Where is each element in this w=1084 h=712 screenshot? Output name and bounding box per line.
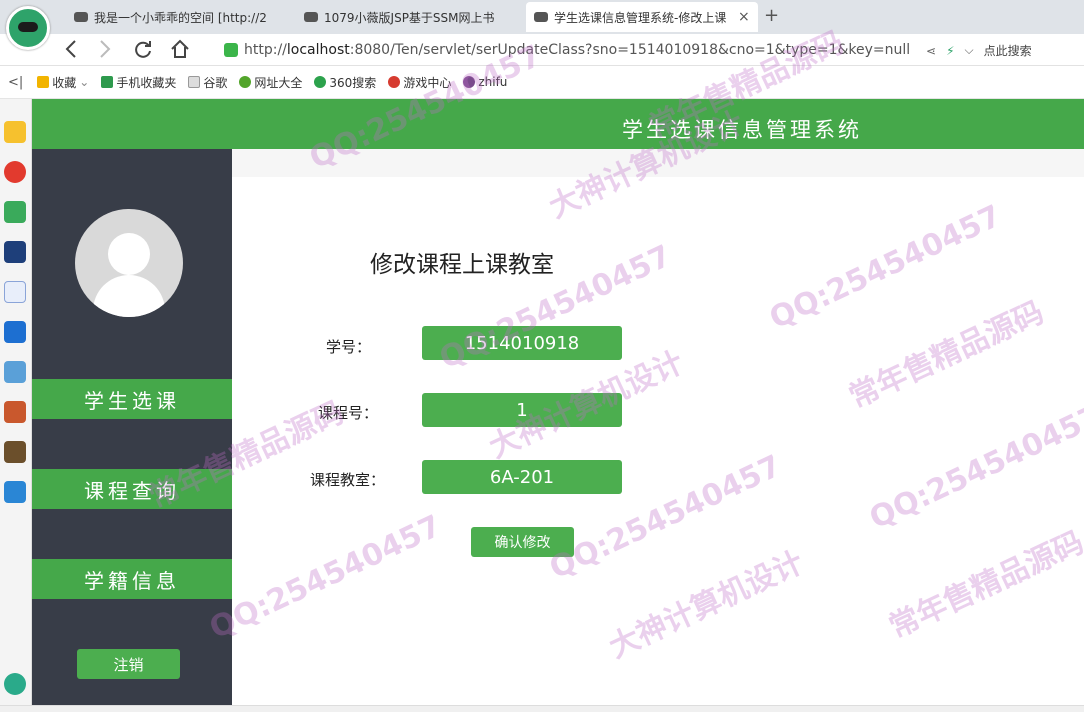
sidebar-toggle-icon[interactable]: <|: [8, 75, 23, 90]
game-icon: [388, 76, 401, 88]
browser-tab-active[interactable]: 学生选课信息管理系统-修改上课 ×: [526, 2, 758, 32]
course-id-label: 课程号：: [318, 404, 379, 422]
tab-title: 1079小薇版JSP基于SSM网上书: [324, 10, 495, 25]
confirm-modify-button[interactable]: 确认修改: [471, 527, 574, 557]
logout-button[interactable]: 注销: [77, 649, 180, 679]
bookmark-item[interactable]: 游戏中心: [388, 74, 451, 91]
game-app-icon[interactable]: [4, 401, 26, 423]
phone-icon: [101, 76, 114, 88]
user-head-icon: [108, 233, 150, 275]
main-content: 修改课程上课教室 学号： 1514010918 课程号： 1 课程教室： 6A-…: [232, 149, 1084, 705]
nav-right-tools: ⋖ ⚡ ⌵ 点此搜索: [926, 42, 1032, 59]
sidebar-item-course-query[interactable]: 课程查询: [32, 469, 232, 509]
content-top-strip: [232, 149, 1084, 177]
tab-favicon-icon: [304, 12, 318, 22]
bookmark-item[interactable]: 360搜索: [314, 74, 376, 91]
browser-tab[interactable]: 1079小薇版JSP基于SSM网上书: [296, 2, 524, 32]
sidebar-item-course-selection[interactable]: 学生选课: [32, 379, 232, 419]
app-icon[interactable]: [4, 481, 26, 503]
student-id-field[interactable]: 1514010918: [422, 326, 622, 360]
app-header: 学生选课信息管理系统: [32, 99, 1084, 149]
user-body-icon: [93, 275, 165, 317]
forward-icon[interactable]: [98, 38, 112, 65]
new-tab-icon[interactable]: +: [764, 5, 779, 26]
globe-icon: [239, 76, 252, 88]
game-app-icon[interactable]: [4, 361, 26, 383]
tab-title: 学生选课信息管理系统-修改上课: [554, 10, 726, 25]
home-icon[interactable]: [169, 38, 191, 65]
bookmark-item[interactable]: zhifu: [463, 75, 507, 89]
zhifu-icon: [463, 76, 476, 88]
browser-tab[interactable]: 我是一个小乖乖的空间 [http://2: [66, 2, 294, 32]
url-text[interactable]: http://localhost:8080/Ten/servlet/serUpd…: [244, 42, 910, 58]
bookmark-item[interactable]: 收藏 ⌄: [37, 74, 89, 91]
chevron-down-icon[interactable]: ⌵: [965, 43, 974, 58]
tab-favicon-icon: [534, 12, 548, 22]
reload-icon[interactable]: [132, 38, 154, 65]
tab-title: 我是一个小乖乖的空间 [http://2: [94, 10, 267, 25]
share-icon[interactable]: ⋖: [926, 44, 936, 58]
address-bar[interactable]: http://localhost:8080/Ten/servlet/serUpd…: [224, 38, 914, 62]
bookmark-item[interactable]: 网址大全: [239, 74, 302, 91]
app-sidebar: 学生选课 课程查询 学籍信息 注销: [32, 149, 232, 705]
tab-favicon-icon: [74, 12, 88, 22]
star-icon: [37, 76, 50, 88]
weibo-icon[interactable]: [4, 161, 26, 183]
browser-logo-icon[interactable]: [6, 6, 50, 50]
sidebar-item-student-records[interactable]: 学籍信息: [32, 559, 232, 599]
browser-tab-bar: 我是一个小乖乖的空间 [http://2 1079小薇版JSP基于SSM网上书 …: [0, 0, 1084, 50]
classroom-label: 课程教室：: [310, 471, 386, 489]
student-id-label: 学号：: [326, 338, 372, 356]
back-icon[interactable]: [64, 38, 78, 65]
tab-close-icon[interactable]: ×: [738, 9, 750, 25]
bookmark-item[interactable]: 手机收藏夹: [101, 74, 176, 91]
mail-icon[interactable]: [4, 201, 26, 223]
classroom-field[interactable]: 6A-201: [422, 460, 622, 494]
browser-nav-bar: http://localhost:8080/Ten/servlet/serUpd…: [0, 34, 1084, 66]
bookmarks-bar: <| 收藏 ⌄ 手机收藏夹 谷歌 网址大全 360搜索 游戏中心 zhifu: [0, 66, 1084, 99]
search-360-icon: [314, 76, 327, 88]
page-title: 修改课程上课教室: [370, 252, 554, 278]
page-icon: [188, 76, 201, 88]
browser-side-panel: [0, 99, 32, 712]
settings-icon[interactable]: [4, 673, 26, 695]
news-icon[interactable]: [4, 241, 26, 263]
search-engine-link[interactable]: 点此搜索: [984, 42, 1032, 59]
app-title: 学生选课信息管理系统: [622, 118, 862, 142]
secure-shield-icon: [224, 43, 238, 57]
doc-icon[interactable]: [4, 281, 26, 303]
avatar: [75, 209, 183, 317]
game-app-icon[interactable]: [4, 441, 26, 463]
lightning-icon[interactable]: ⚡: [946, 44, 954, 58]
bookmark-item[interactable]: 谷歌: [188, 74, 227, 91]
course-id-field[interactable]: 1: [422, 393, 622, 427]
browser-status-bar: [0, 705, 1084, 712]
favorites-star-icon[interactable]: [4, 121, 26, 143]
chat-icon[interactable]: [4, 321, 26, 343]
